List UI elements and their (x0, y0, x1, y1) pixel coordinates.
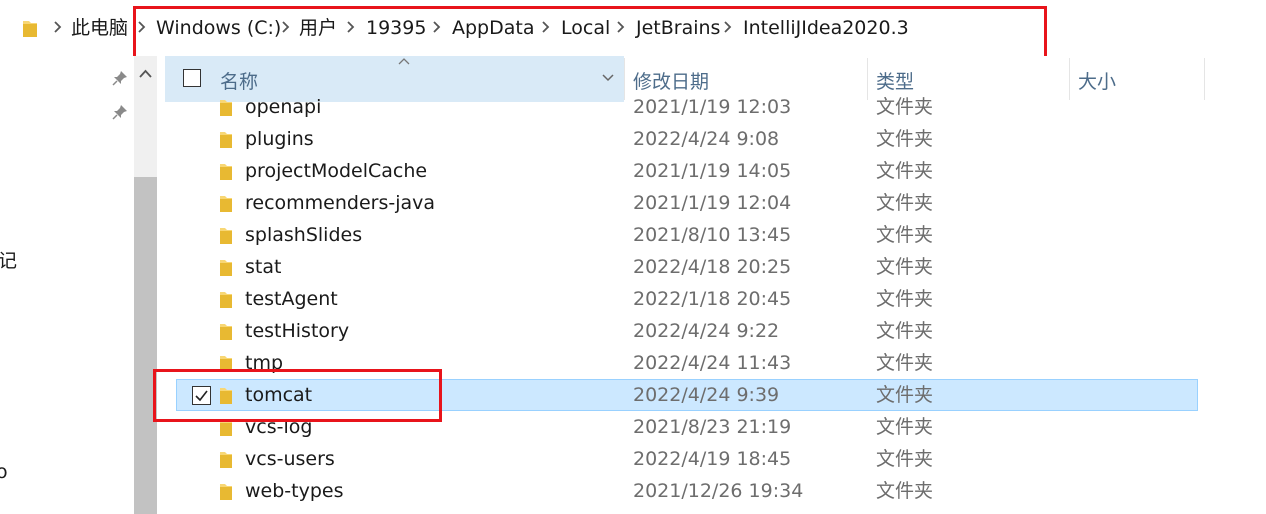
file-type: 文件夹 (876, 96, 934, 118)
folder-icon (23, 21, 37, 37)
file-type: 文件夹 (876, 416, 934, 438)
modified-date: 2022/4/24 9:39 (633, 384, 780, 406)
file-name[interactable]: tomcat (245, 382, 312, 408)
chevron-right-icon[interactable] (540, 20, 550, 34)
modified-date: 2022/1/18 20:45 (633, 288, 792, 310)
folder-icon (220, 324, 232, 340)
file-name[interactable]: vcs-log (245, 414, 312, 440)
breadcrumb-jetbrains[interactable]: JetBrains (636, 15, 720, 41)
file-row[interactable]: openapi 2021/1/19 12:03 文件夹 (0, 91, 1266, 123)
address-bar[interactable]: 此电脑 Windows (C:) 用户 19395 AppData Local … (0, 0, 1266, 57)
modified-date: 2021/8/10 13:45 (633, 224, 792, 246)
modified-date: 2021/1/19 14:05 (633, 160, 792, 182)
folder-icon (220, 388, 232, 404)
folder-icon (220, 452, 232, 468)
file-name[interactable]: openapi (245, 94, 321, 120)
file-type: 文件夹 (876, 480, 934, 502)
select-all-checkbox[interactable] (183, 69, 201, 87)
folder-icon (220, 164, 232, 180)
file-row[interactable]: recommenders-java 2021/1/19 12:04 文件夹 (0, 187, 1266, 219)
type-column-header[interactable]: 类型 (876, 67, 914, 94)
breadcrumb-users[interactable]: 用户 (299, 15, 337, 41)
file-name[interactable]: stat (245, 254, 281, 280)
chevron-right-icon[interactable] (722, 20, 732, 34)
name-column-label[interactable]: 名称 (220, 67, 258, 94)
folder-icon (220, 292, 232, 308)
row-checkbox[interactable] (192, 386, 211, 405)
file-type: 文件夹 (876, 448, 934, 470)
folder-icon (220, 356, 232, 372)
modified-date: 2022/4/18 20:25 (633, 256, 792, 278)
chevron-right-icon[interactable] (345, 20, 355, 34)
file-name[interactable]: web-types (245, 478, 344, 504)
chevron-right-icon[interactable] (615, 20, 625, 34)
file-name[interactable]: splashSlides (245, 222, 362, 248)
folder-icon (220, 100, 232, 116)
breadcrumb-windows-c[interactable]: Windows (C:) (156, 15, 281, 41)
file-name[interactable]: testAgent (245, 286, 338, 312)
scroll-up-icon[interactable] (134, 62, 157, 86)
chevron-down-icon[interactable] (601, 73, 615, 83)
folder-icon (220, 484, 232, 500)
chevron-right-icon[interactable] (136, 20, 146, 34)
breadcrumb-local[interactable]: Local (561, 15, 610, 41)
file-row[interactable]: testHistory 2022/4/24 9:22 文件夹 (0, 315, 1266, 347)
modified-date: 2021/12/26 19:34 (633, 480, 804, 502)
file-type: 文件夹 (876, 192, 934, 214)
file-type: 文件夹 (876, 128, 934, 150)
folder-icon (220, 228, 232, 244)
file-type: 文件夹 (876, 352, 934, 374)
sort-ascending-icon (398, 58, 410, 65)
folder-icon (220, 132, 232, 148)
breadcrumb-user-folder[interactable]: 19395 (366, 15, 426, 41)
folder-icon (220, 420, 232, 436)
modified-date: 2022/4/24 9:22 (633, 320, 780, 342)
date-column-header[interactable]: 修改日期 (633, 67, 709, 94)
file-name[interactable]: plugins (245, 126, 314, 152)
file-row[interactable]: stat 2022/4/18 20:25 文件夹 (0, 251, 1266, 283)
file-row[interactable]: projectModelCache 2021/1/19 14:05 文件夹 (0, 155, 1266, 187)
file-type: 文件夹 (876, 320, 934, 342)
chevron-right-icon[interactable] (431, 20, 441, 34)
file-row[interactable]: tmp 2022/4/24 11:43 文件夹 (0, 347, 1266, 379)
file-type: 文件夹 (876, 160, 934, 182)
file-type: 文件夹 (876, 256, 934, 278)
file-row[interactable]: tomcat 2022/4/24 9:39 文件夹 (0, 379, 1266, 411)
chevron-right-icon[interactable] (280, 20, 290, 34)
breadcrumb-appdata[interactable]: AppData (452, 15, 535, 41)
file-type: 文件夹 (876, 224, 934, 246)
file-row[interactable]: vcs-log 2021/8/23 21:19 文件夹 (0, 411, 1266, 443)
file-row[interactable]: testAgent 2022/1/18 20:45 文件夹 (0, 283, 1266, 315)
file-name[interactable]: recommenders-java (245, 190, 435, 216)
modified-date: 2022/4/24 9:08 (633, 128, 780, 150)
modified-date: 2021/1/19 12:04 (633, 192, 792, 214)
checkmark-icon (195, 390, 208, 402)
file-type: 文件夹 (876, 384, 934, 406)
size-column-header[interactable]: 大小 (1078, 67, 1116, 94)
file-name[interactable]: vcs-users (245, 446, 335, 472)
file-name[interactable]: projectModelCache (245, 158, 427, 184)
modified-date: 2021/8/23 21:19 (633, 416, 792, 438)
modified-date: 2022/4/19 18:45 (633, 448, 792, 470)
file-name[interactable]: tmp (245, 350, 283, 376)
file-row[interactable]: vcs-users 2022/4/19 18:45 文件夹 (0, 443, 1266, 475)
modified-date: 2022/4/24 11:43 (633, 352, 792, 374)
file-name[interactable]: testHistory (245, 318, 349, 344)
breadcrumb-this-pc[interactable]: 此电脑 (71, 15, 128, 41)
file-type: 文件夹 (876, 288, 934, 310)
modified-date: 2021/1/19 12:03 (633, 96, 792, 118)
pin-icon[interactable] (112, 70, 128, 86)
chevron-right-icon[interactable] (52, 20, 62, 34)
file-row[interactable]: splashSlides 2021/8/10 13:45 文件夹 (0, 219, 1266, 251)
folder-icon (220, 196, 232, 212)
file-row[interactable]: web-types 2021/12/26 19:34 文件夹 (0, 475, 1266, 507)
file-row[interactable]: plugins 2022/4/24 9:08 文件夹 (0, 123, 1266, 155)
folder-icon (220, 260, 232, 276)
breadcrumb-intellij-idea[interactable]: IntelliJIdea2020.3 (743, 15, 909, 41)
